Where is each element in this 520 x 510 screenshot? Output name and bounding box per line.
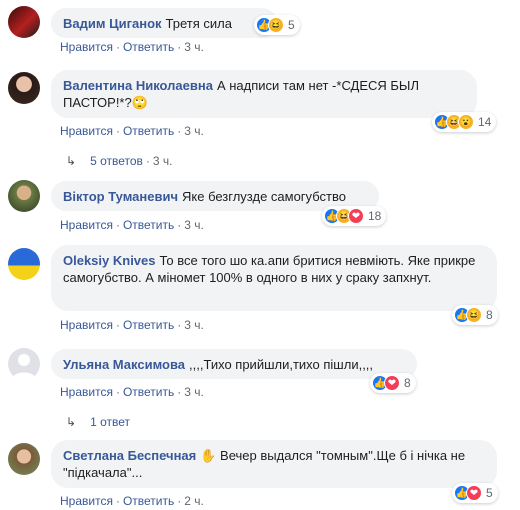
- comment-time[interactable]: 3 ч.: [184, 40, 204, 54]
- default-avatar-icon: [12, 354, 36, 380]
- reaction-count: 8: [404, 376, 411, 390]
- comment-bubble: Ульяна Максимова ,,,,Тихо прийшли,тихо пі…: [51, 349, 417, 379]
- like-link[interactable]: Нравится: [60, 40, 113, 54]
- view-replies-link[interactable]: ↳ 5 ответов · 3 ч.: [66, 154, 173, 168]
- reactions-summary[interactable]: 👍 😆 5: [254, 15, 300, 35]
- avatar[interactable]: [8, 248, 40, 280]
- avatar[interactable]: [8, 348, 40, 380]
- haha-reaction-icon: 😆: [268, 17, 284, 33]
- comment-actions: Нравится · Ответить · 3 ч.: [60, 385, 204, 399]
- reply-link[interactable]: Ответить: [123, 124, 174, 138]
- reactions-summary[interactable]: 👍 😆 8: [452, 305, 498, 325]
- wow-reaction-icon: 😮: [458, 114, 474, 130]
- avatar[interactable]: [8, 180, 40, 212]
- love-reaction-icon: ❤: [348, 208, 364, 224]
- reply-link[interactable]: Ответить: [123, 318, 174, 332]
- comment-time[interactable]: 3 ч.: [184, 124, 204, 138]
- comment-bubble: Светлана Беспечная ✋ Вечер выдался "томны…: [51, 440, 497, 488]
- avatar[interactable]: [8, 443, 40, 475]
- comment-author[interactable]: Светлана Беспечная: [63, 448, 196, 463]
- comment-actions: Нравится · Ответить · 3 ч.: [60, 40, 204, 54]
- reactions-summary[interactable]: 👍 😆 😮 14: [432, 112, 497, 132]
- reactions-summary[interactable]: 👍 ❤ 8: [370, 373, 416, 393]
- reaction-count: 5: [486, 486, 493, 500]
- comment-bubble: Валентина Николаевна А надписи там нет -*…: [51, 70, 477, 118]
- like-link[interactable]: Нравится: [60, 385, 113, 399]
- reply-link[interactable]: Ответить: [123, 218, 174, 232]
- comment-text: Яке безглузде самогубство: [182, 189, 346, 204]
- love-reaction-icon: ❤: [466, 485, 482, 501]
- comment-bubble: Вадим Циганок Третя сила: [51, 8, 277, 38]
- comment-author[interactable]: Oleksiy Knives: [63, 253, 156, 268]
- comment-actions: Нравится · Ответить · 3 ч.: [60, 124, 204, 138]
- comment-time[interactable]: 2 ч.: [184, 494, 204, 508]
- love-reaction-icon: ❤: [384, 375, 400, 391]
- comment-author[interactable]: Вадим Циганок: [63, 16, 162, 31]
- avatar[interactable]: [8, 72, 40, 104]
- haha-reaction-icon: 😆: [466, 307, 482, 323]
- like-link[interactable]: Нравится: [60, 494, 113, 508]
- comment-author[interactable]: Валентина Николаевна: [63, 78, 213, 93]
- reply-link[interactable]: Ответить: [123, 40, 174, 54]
- reply-arrow-icon: ↳: [66, 154, 77, 168]
- comment-time[interactable]: 3 ч.: [184, 385, 204, 399]
- reaction-count: 8: [486, 308, 493, 322]
- replies-count[interactable]: 1 ответ: [90, 415, 130, 429]
- comment-text: ,,,,Тихо прийшли,тихо пішли,,,,: [189, 357, 374, 372]
- comment-author[interactable]: Віктор Туманевич: [63, 189, 178, 204]
- replies-time: 3 ч.: [152, 154, 173, 168]
- avatar[interactable]: [8, 6, 40, 38]
- view-replies-link[interactable]: ↳ 1 ответ: [66, 415, 130, 429]
- reactions-summary[interactable]: 👍 😆 ❤ 18: [322, 206, 387, 226]
- comment-time[interactable]: 3 ч.: [184, 318, 204, 332]
- comment-time[interactable]: 3 ч.: [184, 218, 204, 232]
- replies-count[interactable]: 5 ответов: [90, 154, 143, 168]
- reply-link[interactable]: Ответить: [123, 385, 174, 399]
- comment-text: Третя сила: [165, 16, 232, 31]
- comment-actions: Нравится · Ответить · 2 ч.: [60, 494, 204, 508]
- like-link[interactable]: Нравится: [60, 318, 113, 332]
- reply-arrow-icon: ↳: [66, 415, 77, 429]
- comment-author[interactable]: Ульяна Максимова: [63, 357, 185, 372]
- reaction-count: 5: [288, 18, 295, 32]
- reactions-summary[interactable]: 👍 ❤ 5: [452, 483, 498, 503]
- reply-link[interactable]: Ответить: [123, 494, 174, 508]
- comment-actions: Нравится · Ответить · 3 ч.: [60, 318, 204, 332]
- comment-bubble: Oleksiy Knives То все того шо ка.апи брит…: [51, 245, 497, 311]
- like-link[interactable]: Нравится: [60, 218, 113, 232]
- comment-actions: Нравится · Ответить · 3 ч.: [60, 218, 204, 232]
- reaction-count: 14: [478, 115, 492, 129]
- like-link[interactable]: Нравится: [60, 124, 113, 138]
- reaction-count: 18: [368, 209, 382, 223]
